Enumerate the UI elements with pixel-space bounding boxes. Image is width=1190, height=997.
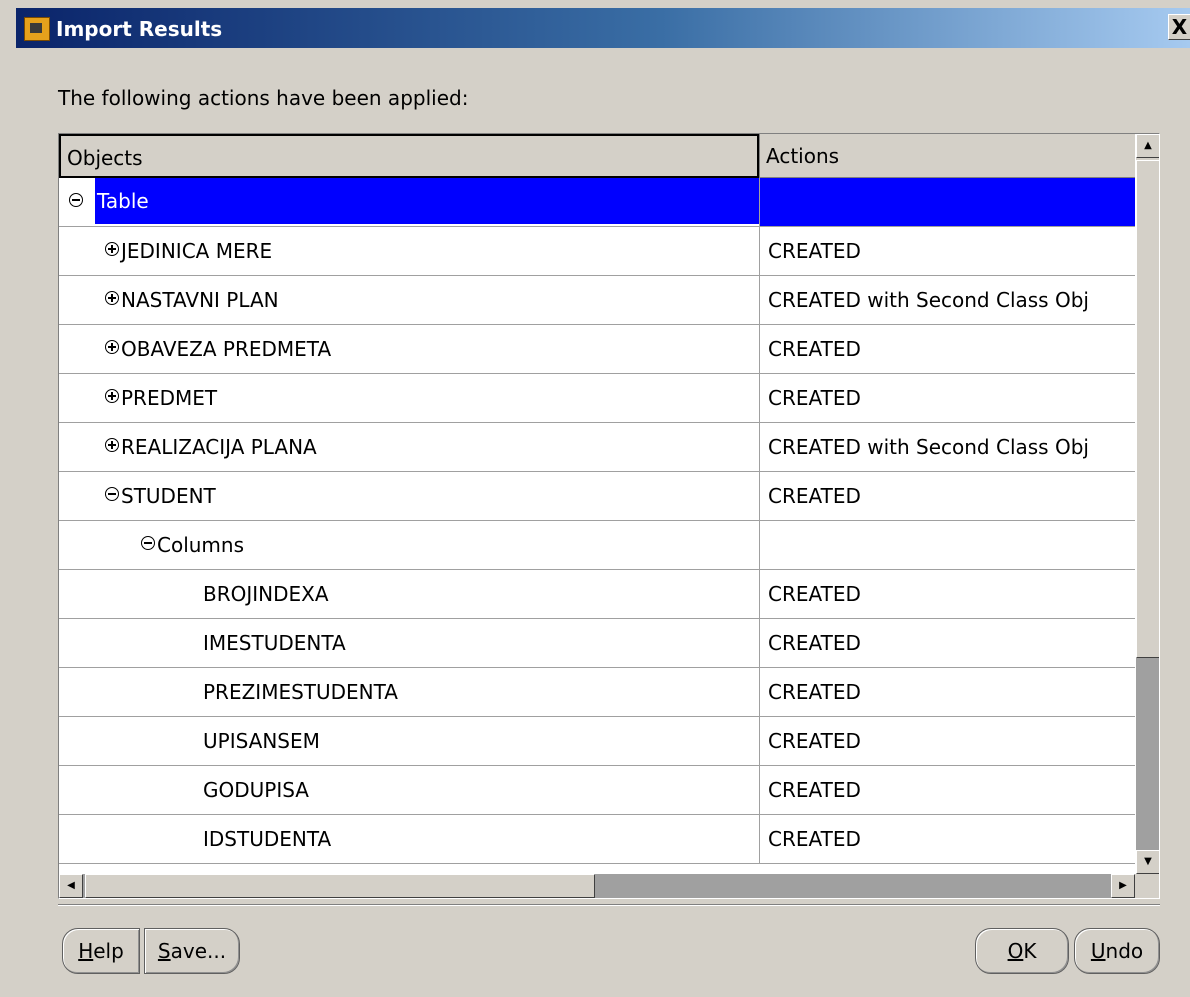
objects-cell: OBAVEZA PREDMETA [59,325,759,373]
object-label: JEDINICA MERE [121,239,273,263]
scroll-down-button[interactable]: ▼ [1136,850,1159,874]
vertical-scroll-thumb[interactable] [1136,160,1159,658]
table-row[interactable]: IDSTUDENTA CREATED [59,815,1135,864]
horizontal-scrollbar[interactable]: ◀ ▶ [59,874,1135,898]
object-label: UPISANSEM [203,729,320,753]
object-label: STUDENT [121,484,216,508]
horizontal-scroll-thumb[interactable] [85,874,595,898]
object-label: Table [95,178,151,224]
vertical-scrollbar[interactable]: ▲ ▼ [1135,134,1159,874]
results-table: Objects Actions Table JEDINICA MERE CREATE… [58,133,1160,899]
save-label: ave... [170,939,227,963]
table-body: Table JEDINICA MERE CREATED NASTAVNI PLAN CR… [59,178,1135,864]
help-label: elp [93,939,124,963]
table-row[interactable]: OBAVEZA PREDMETA CREATED [59,325,1135,374]
scroll-right-button[interactable]: ▶ [1111,874,1135,898]
table-row[interactable]: Columns [59,521,1135,570]
object-label: GODUPISA [203,778,309,802]
ok-mnemonic: O [1007,939,1024,963]
save-mnemonic: S [157,939,171,963]
objects-cell: Table [59,178,759,226]
action-cell: CREATED with Second Class Obj [759,423,1135,471]
table-row[interactable]: IMESTUDENTA CREATED [59,619,1135,668]
objects-cell: STUDENT [59,472,759,520]
expand-icon[interactable] [105,438,119,452]
action-cell: CREATED [759,619,1135,667]
window-title: Import Results [56,17,223,41]
action-cell: CREATED [759,374,1135,422]
object-label: IDSTUDENTA [203,827,332,851]
collapse-icon[interactable] [105,487,119,501]
action-cell [759,521,1135,569]
scroll-corner [1135,874,1159,898]
action-cell: CREATED [759,325,1135,373]
object-label: NASTAVNI PLAN [121,288,279,312]
action-cell: CREATED [759,668,1135,716]
objects-cell: REALIZACIJA PLANA [59,423,759,471]
vertical-scroll-track[interactable] [1136,658,1159,850]
expand-icon[interactable] [105,242,119,256]
table-row[interactable]: BROJINDEXA CREATED [59,570,1135,619]
ok-label: K [1023,939,1037,963]
scroll-up-button[interactable]: ▲ [1136,134,1159,158]
intro-text: The following actions have been applied: [58,86,469,110]
collapse-icon[interactable] [141,536,155,550]
column-header-objects[interactable]: Objects [59,134,759,178]
objects-cell: IMESTUDENTA [59,619,759,667]
action-cell: CREATED [759,815,1135,863]
object-label: Columns [157,533,245,557]
expand-icon[interactable] [105,389,119,403]
action-cell: CREATED [759,227,1135,275]
objects-cell: UPISANSEM [59,717,759,765]
collapse-icon[interactable] [69,193,83,207]
column-header-actions[interactable]: Actions [759,134,1135,178]
objects-cell: NASTAVNI PLAN [59,276,759,324]
action-cell: CREATED [759,717,1135,765]
object-label: PREZIMESTUDENTA [203,680,398,704]
objects-cell: GODUPISA [59,766,759,814]
table-row[interactable]: NASTAVNI PLAN CREATED with Second Class O… [59,276,1135,325]
table-row[interactable]: PREZIMESTUDENTA CREATED [59,668,1135,717]
undo-label: ndo [1105,939,1144,963]
title-bar[interactable]: Import Results [16,8,1190,48]
undo-mnemonic: U [1090,939,1106,963]
selection-highlight [95,178,759,224]
table-row[interactable]: STUDENT CREATED [59,472,1135,521]
objects-cell: Columns [59,521,759,569]
app-icon [24,17,50,41]
objects-cell: PREZIMESTUDENTA [59,668,759,716]
action-cell: CREATED [759,472,1135,520]
object-label: BROJINDEXA [203,582,329,606]
close-button[interactable]: X [1168,14,1190,40]
expand-icon[interactable] [105,291,119,305]
table-row[interactable]: UPISANSEM CREATED [59,717,1135,766]
action-cell [759,178,1135,226]
table-row[interactable]: PREDMET CREATED [59,374,1135,423]
help-button[interactable]: Help [62,928,140,974]
ok-button[interactable]: OK [975,928,1069,974]
table-row[interactable]: JEDINICA MERE CREATED [59,227,1135,276]
action-cell: CREATED [759,766,1135,814]
table-row[interactable]: Table [59,178,1135,227]
save-button[interactable]: Save... [144,928,240,974]
object-label: REALIZACIJA PLANA [121,435,317,459]
object-label: OBAVEZA PREDMETA [121,337,332,361]
undo-button[interactable]: Undo [1074,928,1160,974]
table-row[interactable]: REALIZACIJA PLANA CREATED with Second Cla… [59,423,1135,472]
objects-cell: IDSTUDENTA [59,815,759,863]
object-label: IMESTUDENTA [203,631,346,655]
action-cell: CREATED with Second Class Obj [759,276,1135,324]
objects-cell: PREDMET [59,374,759,422]
expand-icon[interactable] [105,340,119,354]
help-mnemonic: H [78,939,94,963]
action-cell: CREATED [759,570,1135,618]
objects-cell: BROJINDEXA [59,570,759,618]
button-separator [58,904,1160,906]
scroll-left-button[interactable]: ◀ [59,874,83,898]
objects-cell: JEDINICA MERE [59,227,759,275]
table-row[interactable]: GODUPISA CREATED [59,766,1135,815]
object-label: PREDMET [121,386,218,410]
